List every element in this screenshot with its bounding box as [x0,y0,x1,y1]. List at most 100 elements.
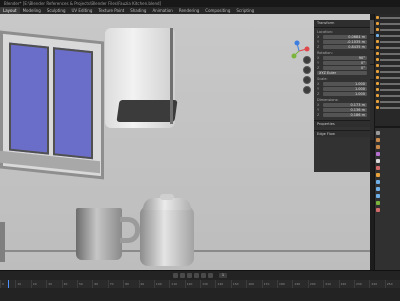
outliner-row[interactable] [376,81,400,86]
dimensions-z-field[interactable]: 0.186 m [323,112,367,117]
location-label: Location: [317,30,333,34]
tab-shading[interactable]: Shading [127,7,149,14]
dimensions-y-field[interactable]: 0.136 m [323,107,367,112]
pot[interactable] [140,206,194,266]
mug[interactable] [76,208,122,260]
mug-handle [120,217,140,243]
location-y-row: Y -0.1035 m [317,39,367,44]
play-icon[interactable] [193,273,199,278]
properties-panel-header[interactable]: Properties [314,120,370,127]
pan-hand-icon[interactable] [303,66,311,74]
tool-icon[interactable] [376,131,380,135]
location-y-field[interactable]: -0.1035 m [323,39,367,44]
timeline-tick: 10 [15,280,30,288]
location-z-row: Z 0.8435 m [317,44,367,49]
timeline-tick: 210 [323,280,338,288]
particles-icon[interactable] [376,187,380,191]
location-x-row: X 0.0684 m [317,34,367,39]
outliner-row[interactable] [376,15,400,20]
playhead[interactable] [8,280,9,288]
outliner-row[interactable] [376,99,400,104]
rotation-z-field[interactable]: 0° [323,65,367,70]
tab-sculpting[interactable]: Sculpting [44,7,69,14]
jump-start-icon[interactable] [172,273,178,278]
timeline[interactable]: 1 0 10 20 30 40 50 60 70 80 90 100 110 120 130 140 150 1… [0,270,400,301]
tab-modeling[interactable]: Modeling [20,7,44,14]
rotation-z-row: Z 0° [317,65,367,70]
timeline-tick: 180 [277,280,292,288]
next-keyframe-icon[interactable] [200,273,206,278]
outliner-row[interactable] [376,51,400,56]
dimensions-x-field[interactable]: 0.173 m [323,102,367,107]
location-z-field[interactable]: 0.8435 m [323,44,367,49]
tab-layout[interactable]: Layout [0,7,20,14]
tab-animation[interactable]: Animation [149,7,175,14]
rotation-mode-select[interactable]: XYZ Euler [317,70,367,75]
scale-x-field[interactable]: 1.000 [323,81,367,86]
outliner-row[interactable] [376,45,400,50]
outliner-row[interactable] [376,63,400,68]
view-layer-icon[interactable] [376,152,380,156]
camera-icon[interactable] [303,76,311,84]
render-icon[interactable] [376,138,380,142]
window-pane-right [53,47,93,160]
outliner-row[interactable] [376,93,400,98]
edge-flow-panel-header[interactable]: Edge Flow [314,130,370,137]
outliner-row[interactable] [376,87,400,92]
material-icon[interactable] [376,208,380,212]
properties-editor[interactable] [374,126,400,272]
world-icon[interactable] [376,166,380,170]
rotation-y-field[interactable]: 0° [323,60,367,65]
workspace-tabs: Layout Modeling Sculpting UV Editing Texture… [0,7,400,14]
timeline-tick: 170 [261,280,277,288]
scale-x-row: X 1.000 [317,81,367,86]
timeline-tick: 100 [153,280,169,288]
outliner-row[interactable] [376,27,400,32]
outliner-row[interactable] [376,75,400,80]
timeline-tick: 30 [46,280,61,288]
timeline-tick: 190 [292,280,307,288]
scale-label: Scale: [317,77,328,81]
timeline-tick: 60 [92,280,107,288]
modifier-icon[interactable] [376,180,380,184]
physics-icon[interactable] [376,194,380,198]
tab-scripting[interactable]: Scripting [233,7,257,14]
timeline-tick: 160 [246,280,261,288]
tab-compositing[interactable]: Compositing [202,7,233,14]
current-frame-field[interactable]: 1 [218,273,228,278]
scale-z-field[interactable]: 1.000 [323,91,367,96]
outliner-row[interactable] [376,33,400,38]
output-icon[interactable] [376,145,380,149]
timeline-tick: 150 [230,280,246,288]
timeline-tick: 40 [61,280,77,288]
grid-icon[interactable] [303,86,311,94]
timeline-ruler[interactable]: 0 10 20 30 40 50 60 70 80 90 100 110 120 130 140 150 160… [0,280,400,288]
outliner-row[interactable] [376,105,400,110]
timeline-tick: 50 [76,280,92,288]
play-reverse-icon[interactable] [186,273,192,278]
tab-uv-editing[interactable]: UV Editing [69,7,96,14]
outliner[interactable] [374,14,400,126]
prev-keyframe-icon[interactable] [179,273,185,278]
transform-panel-header[interactable]: Transform [314,20,370,28]
data-icon[interactable] [376,201,380,205]
scale-y-field[interactable]: 1.000 [323,86,367,91]
tab-texture-paint[interactable]: Texture Paint [95,7,127,14]
location-x-field[interactable]: 0.0684 m [323,34,367,39]
object-icon[interactable] [376,173,380,177]
timeline-tick: 130 [200,280,215,288]
outliner-row[interactable] [376,21,400,26]
rotation-x-field[interactable]: 90° [323,55,367,60]
range-hood-vent [116,100,178,122]
scene-icon[interactable] [376,159,380,163]
scale-y-row: Y 1.000 [317,86,367,91]
outliner-row[interactable] [376,39,400,44]
zoom-icon[interactable] [303,56,311,64]
jump-end-icon[interactable] [207,273,213,278]
tab-rendering[interactable]: Rendering [176,7,202,14]
outliner-row[interactable] [376,69,400,74]
pot-knob [160,194,174,200]
outliner-row[interactable] [376,57,400,62]
dimensions-z-row: Z 0.186 m [317,112,367,117]
timeline-tick: 250 [384,280,400,288]
